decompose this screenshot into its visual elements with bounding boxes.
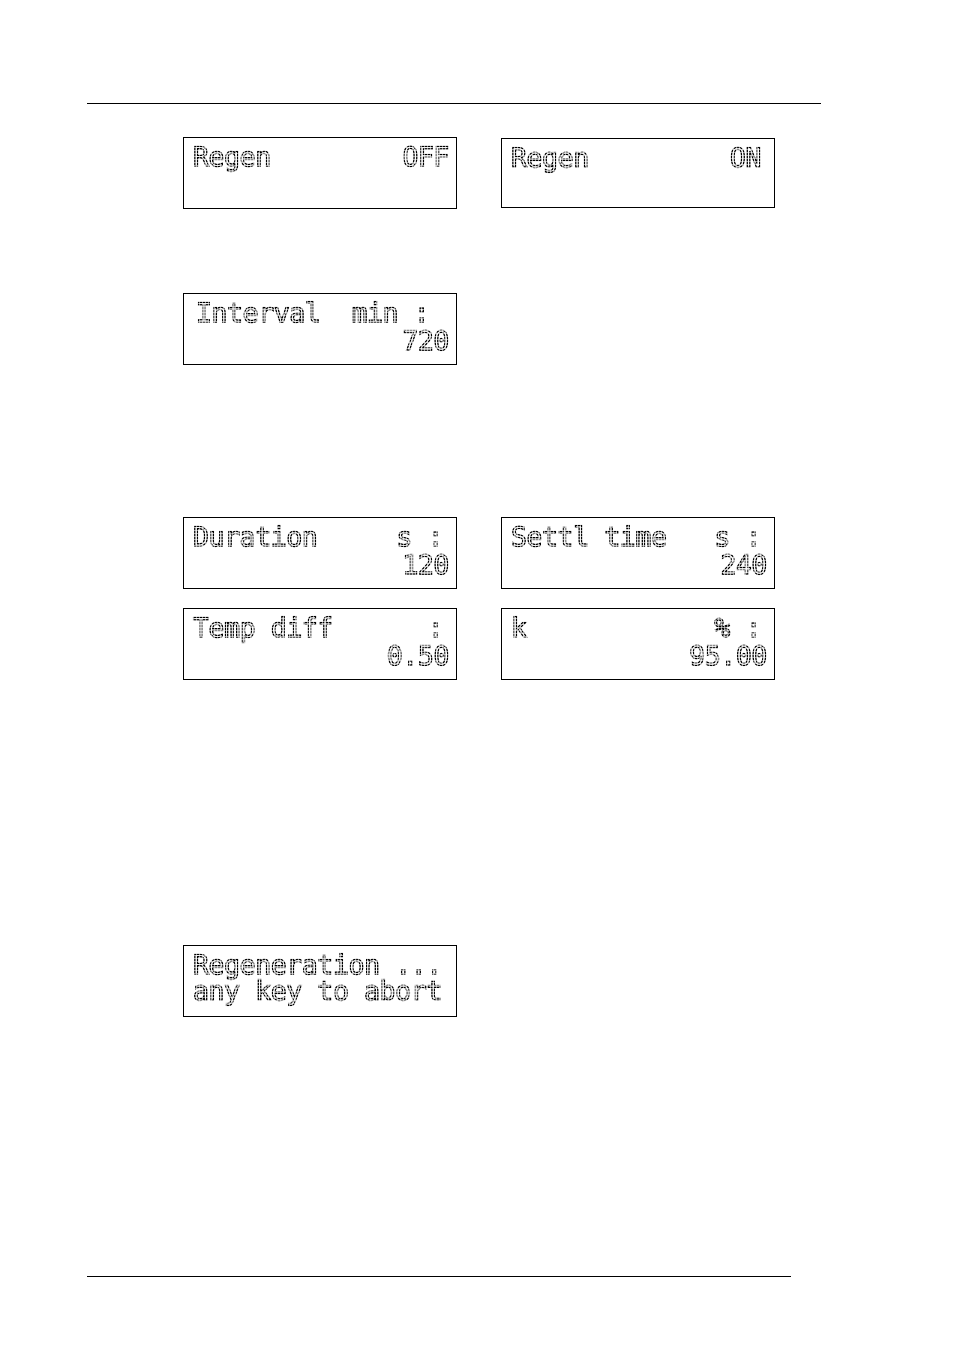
lcd-line-1: Settl time s : — [510, 522, 762, 553]
lcd-value: 240 — [720, 550, 768, 581]
lcd-line-2: 95.00 — [511, 641, 768, 672]
lcd-display-regeneration: Regeneration ... any key to abort — [183, 945, 457, 1017]
lcd-value: 95.00 — [689, 641, 768, 672]
lcd-value: 720 — [402, 326, 450, 357]
lcd-line-1: Interval min : — [195, 298, 452, 329]
lcd-line-2: 720 — [193, 326, 450, 357]
lcd-value: s : — [714, 522, 762, 553]
lcd-line-2: 240 — [511, 550, 768, 581]
lcd-line-2 — [511, 175, 767, 199]
lcd-display-duration: Duration s : 120 — [183, 517, 457, 589]
header-rule — [87, 103, 821, 104]
lcd-line-2: any key to abort — [192, 976, 449, 1007]
lcd-label: Regeneration ... — [192, 950, 443, 981]
lcd-display-regen-on: Regen ON — [501, 138, 775, 208]
lcd-display-regen-off: Regen OFF — [183, 137, 457, 209]
footer-rule — [87, 1276, 791, 1277]
lcd-line-2 — [193, 174, 449, 198]
lcd-line-1: Regen OFF — [192, 142, 450, 173]
lcd-value: s : — [396, 522, 444, 553]
lcd-label: any key to abort — [192, 976, 443, 1007]
lcd-value: 0.50 — [386, 641, 450, 672]
lcd-line-1: Duration s : — [192, 522, 444, 553]
lcd-label: Temp diff — [192, 613, 334, 644]
lcd-label: Interval min : — [195, 298, 430, 329]
lcd-label: Settl time — [510, 522, 667, 553]
lcd-label: Duration — [192, 522, 318, 553]
lcd-line-1: Regen ON — [510, 143, 762, 174]
lcd-line-1: Temp diff : — [192, 613, 444, 644]
lcd-line-1: Regeneration ... — [192, 950, 449, 981]
lcd-display-temp-diff: Temp diff : 0.50 — [183, 608, 457, 680]
lcd-value: : — [427, 613, 444, 644]
lcd-label: k — [510, 613, 527, 644]
lcd-value: ON — [729, 143, 762, 174]
lcd-value: % : — [714, 613, 762, 644]
lcd-line-1: k % : — [510, 613, 762, 644]
lcd-label: Regen — [192, 142, 271, 173]
lcd-line-2: 0.50 — [193, 641, 450, 672]
lcd-display-interval: Interval min : 720 — [183, 293, 457, 365]
lcd-line-2: 120 — [193, 550, 450, 581]
lcd-value: 120 — [402, 550, 450, 581]
lcd-label: Regen — [510, 143, 589, 174]
lcd-value: OFF — [402, 142, 450, 173]
lcd-display-settl-time: Settl time s : 240 — [501, 517, 775, 589]
lcd-display-k-percent: k % : 95.00 — [501, 608, 775, 680]
